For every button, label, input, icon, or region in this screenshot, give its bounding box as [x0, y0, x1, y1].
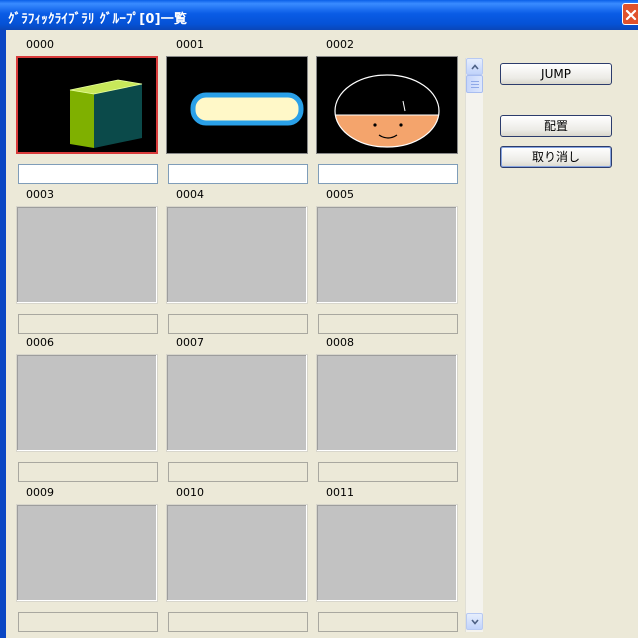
- cube-image: [69, 79, 143, 148]
- graphic-thumbnail-cube[interactable]: [16, 56, 158, 154]
- close-icon: [625, 9, 637, 21]
- close-button[interactable]: [622, 3, 638, 25]
- scroll-up-button[interactable]: [466, 58, 483, 75]
- graphic-thumbnail-face[interactable]: [316, 56, 458, 154]
- graphic-number-label: 0009: [26, 486, 54, 499]
- graphic-name-field: [168, 612, 308, 632]
- graphic-library-window: ｸﾞﾗﾌｨｯｸﾗｲﾌﾞﾗﾘ ｸﾞﾙｰﾌﾟ[0]一覧 0000 0001 0002…: [0, 0, 638, 638]
- scroll-thumb[interactable]: [466, 75, 483, 93]
- rounded-bar-image: [190, 92, 304, 126]
- graphic-name-field: [18, 612, 158, 632]
- vertical-scrollbar[interactable]: [465, 58, 483, 632]
- graphic-thumbnail-empty[interactable]: [316, 206, 458, 304]
- graphic-name-field: [168, 314, 308, 334]
- graphic-thumbnail-empty[interactable]: [166, 354, 308, 452]
- window-title: ｸﾞﾗﾌｨｯｸﾗｲﾌﾞﾗﾘ ｸﾞﾙｰﾌﾟ[0]一覧: [8, 12, 188, 27]
- graphic-thumbnail-empty[interactable]: [16, 206, 158, 304]
- graphic-name-field: [318, 462, 458, 482]
- graphic-grid: 0000 0001 0002 0003 0004 0005 0006 0007 …: [12, 36, 460, 636]
- graphic-number-label: 0003: [26, 188, 54, 201]
- graphic-name-field: [318, 314, 458, 334]
- graphic-number-label: 0002: [326, 38, 354, 51]
- jump-button[interactable]: JUMP: [500, 63, 612, 85]
- graphic-thumbnail-empty[interactable]: [16, 354, 158, 452]
- graphic-name-field[interactable]: [18, 164, 158, 184]
- graphic-name-field: [18, 462, 158, 482]
- scroll-down-button[interactable]: [466, 613, 483, 630]
- scroll-down-icon: [471, 619, 479, 625]
- face-image: [334, 74, 440, 148]
- graphic-thumbnail-empty[interactable]: [166, 504, 308, 602]
- graphic-name-field: [318, 612, 458, 632]
- graphic-number-label: 0005: [326, 188, 354, 201]
- place-button[interactable]: 配置: [500, 115, 612, 137]
- graphic-number-label: 0011: [326, 486, 354, 499]
- graphic-name-field: [168, 462, 308, 482]
- scroll-up-icon: [471, 64, 479, 70]
- graphic-name-field[interactable]: [318, 164, 458, 184]
- graphic-number-label: 0006: [26, 336, 54, 349]
- graphic-number-label: 0010: [176, 486, 204, 499]
- window-frame-left: [0, 30, 6, 638]
- graphic-number-label: 0007: [176, 336, 204, 349]
- graphic-thumbnail-bar[interactable]: [166, 56, 308, 154]
- graphic-name-field: [18, 314, 158, 334]
- graphic-number-label: 0000: [26, 38, 54, 51]
- graphic-number-label: 0004: [176, 188, 204, 201]
- graphic-thumbnail-empty[interactable]: [16, 504, 158, 602]
- title-bar: ｸﾞﾗﾌｨｯｸﾗｲﾌﾞﾗﾘ ｸﾞﾙｰﾌﾟ[0]一覧: [0, 0, 638, 30]
- graphic-thumbnail-empty[interactable]: [166, 206, 308, 304]
- graphic-number-label: 0008: [326, 336, 354, 349]
- graphic-thumbnail-empty[interactable]: [316, 504, 458, 602]
- graphic-thumbnail-empty[interactable]: [316, 354, 458, 452]
- graphic-number-label: 0001: [176, 38, 204, 51]
- graphic-name-field[interactable]: [168, 164, 308, 184]
- cancel-button[interactable]: 取り消し: [500, 146, 612, 168]
